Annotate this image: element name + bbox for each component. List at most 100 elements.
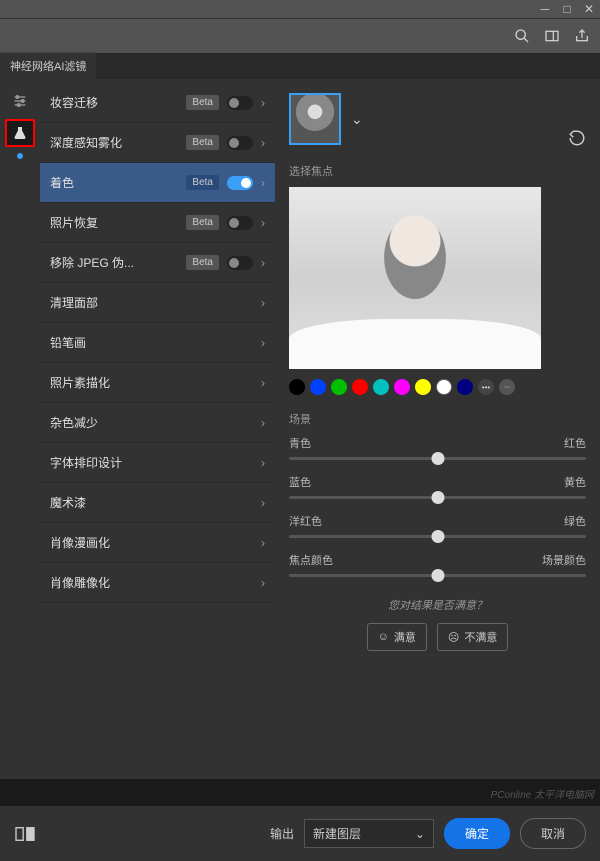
filter-item-12[interactable]: 肖像雕像化›	[40, 563, 275, 603]
filter-item-1[interactable]: 深度感知雾化Beta›	[40, 123, 275, 163]
color-swatch[interactable]	[331, 379, 347, 395]
beaker-icon[interactable]	[5, 119, 35, 147]
slider-right-label: 红色	[564, 435, 586, 451]
minimize-icon[interactable]: ─	[540, 4, 550, 14]
ok-button[interactable]: 确定	[444, 818, 510, 849]
filter-name: 魔术漆	[50, 494, 261, 511]
output-select[interactable]: 新建图层 ⌄	[304, 819, 434, 848]
chevron-down-icon[interactable]: ⌄	[351, 111, 363, 128]
color-swatch[interactable]	[352, 379, 368, 395]
tab-strip: 神经网络AI滤镜	[0, 53, 600, 79]
slider-track[interactable]	[289, 574, 586, 577]
chevron-right-icon: ›	[261, 176, 265, 190]
filter-name: 杂色减少	[50, 414, 261, 431]
maximize-icon[interactable]: □	[562, 4, 572, 14]
filters-icon[interactable]	[5, 87, 35, 115]
chevron-right-icon: ›	[261, 216, 265, 230]
chevron-right-icon: ›	[261, 296, 265, 310]
color-swatch[interactable]	[394, 379, 410, 395]
remove-color-icon[interactable]: −	[499, 379, 515, 395]
feedback-section: 您对结果是否满意？ ☺ 满意 ☹ 不满意	[289, 597, 586, 651]
color-swatch[interactable]	[436, 379, 452, 395]
filter-list: 妆容迁移Beta›深度感知雾化Beta›着色Beta›照片恢复Beta›移除 J…	[40, 79, 275, 779]
filter-item-7[interactable]: 照片素描化›	[40, 363, 275, 403]
feedback-no-label: 不满意	[464, 629, 497, 645]
more-colors-icon[interactable]: •••	[478, 379, 494, 395]
feedback-question: 您对结果是否满意？	[289, 597, 586, 613]
filter-item-3[interactable]: 照片恢复Beta›	[40, 203, 275, 243]
feedback-no-button[interactable]: ☹ 不满意	[437, 623, 508, 651]
panel-icon[interactable]	[544, 28, 560, 44]
color-swatch[interactable]	[373, 379, 389, 395]
filter-item-5[interactable]: 清理面部›	[40, 283, 275, 323]
slider-1: 蓝色黄色	[289, 474, 586, 499]
share-icon[interactable]	[574, 28, 590, 44]
filter-item-2[interactable]: 着色Beta›	[40, 163, 275, 203]
filter-item-9[interactable]: 字体排印设计›	[40, 443, 275, 483]
slider-thumb[interactable]	[431, 491, 444, 504]
filter-item-11[interactable]: 肖像漫画化›	[40, 523, 275, 563]
filter-name: 移除 JPEG 伪...	[50, 254, 186, 271]
smile-icon: ☺	[378, 631, 389, 643]
search-icon[interactable]	[514, 28, 530, 44]
filter-name: 肖像漫画化	[50, 534, 261, 551]
slider-track[interactable]	[289, 535, 586, 538]
filter-toggle[interactable]	[227, 136, 253, 150]
slider-thumb[interactable]	[431, 530, 444, 543]
subject-thumbnail[interactable]	[289, 93, 341, 145]
indicator-dot	[17, 153, 23, 159]
slider-0: 青色 红色	[289, 435, 586, 460]
tab-neural-filters[interactable]: 神经网络AI滤镜	[0, 52, 96, 79]
chevron-right-icon: ›	[261, 336, 265, 350]
undo-icon[interactable]	[568, 129, 586, 147]
slider-left-label: 青色	[289, 435, 311, 451]
slider-thumb[interactable]	[431, 452, 444, 465]
close-icon[interactable]: ✕	[584, 4, 594, 14]
scene-label: 场景	[289, 411, 586, 427]
chevron-right-icon: ›	[261, 256, 265, 270]
before-after-icon[interactable]	[14, 825, 36, 843]
filter-name: 清理面部	[50, 294, 261, 311]
filter-item-10[interactable]: 魔术漆›	[40, 483, 275, 523]
output-label: 输出	[270, 825, 294, 842]
slider-thumb[interactable]	[431, 569, 444, 582]
slider-left-label: 焦点颜色	[289, 552, 333, 568]
slider-left-label: 蓝色	[289, 474, 311, 490]
slider-left-label: 洋红色	[289, 513, 322, 529]
slider-right-label: 绿色	[564, 513, 586, 529]
chevron-right-icon: ›	[261, 136, 265, 150]
chevron-right-icon: ›	[261, 536, 265, 550]
filter-name: 照片素描化	[50, 374, 261, 391]
beta-badge: Beta	[186, 175, 219, 190]
slider-2: 洋红色 绿色	[289, 513, 586, 538]
main-area: 妆容迁移Beta›深度感知雾化Beta›着色Beta›照片恢复Beta›移除 J…	[0, 79, 600, 779]
filter-item-4[interactable]: 移除 JPEG 伪...Beta›	[40, 243, 275, 283]
chevron-down-icon: ⌄	[415, 827, 425, 841]
filter-toggle[interactable]	[227, 216, 253, 230]
filter-name: 铅笔画	[50, 334, 261, 351]
chevron-right-icon: ›	[261, 96, 265, 110]
beta-badge: Beta	[186, 95, 219, 110]
filter-name: 照片恢复	[50, 214, 186, 231]
color-swatch[interactable]	[457, 379, 473, 395]
sidebar	[0, 79, 40, 779]
filter-toggle[interactable]	[227, 96, 253, 110]
filter-item-0[interactable]: 妆容迁移Beta›	[40, 83, 275, 123]
chevron-right-icon: ›	[261, 496, 265, 510]
filter-toggle[interactable]	[227, 176, 253, 190]
filter-item-6[interactable]: 铅笔画›	[40, 323, 275, 363]
preview-image[interactable]	[289, 187, 541, 369]
color-swatches: •••−	[289, 379, 586, 395]
color-swatch[interactable]	[289, 379, 305, 395]
toolbar	[0, 18, 600, 53]
cancel-button[interactable]: 取消	[520, 818, 586, 849]
feedback-yes-button[interactable]: ☺ 满意	[367, 623, 427, 651]
filter-name: 字体排印设计	[50, 454, 261, 471]
chevron-right-icon: ›	[261, 456, 265, 470]
slider-track[interactable]	[289, 457, 586, 460]
slider-track[interactable]	[289, 496, 586, 499]
filter-toggle[interactable]	[227, 256, 253, 270]
color-swatch[interactable]	[310, 379, 326, 395]
filter-item-8[interactable]: 杂色减少›	[40, 403, 275, 443]
color-swatch[interactable]	[415, 379, 431, 395]
